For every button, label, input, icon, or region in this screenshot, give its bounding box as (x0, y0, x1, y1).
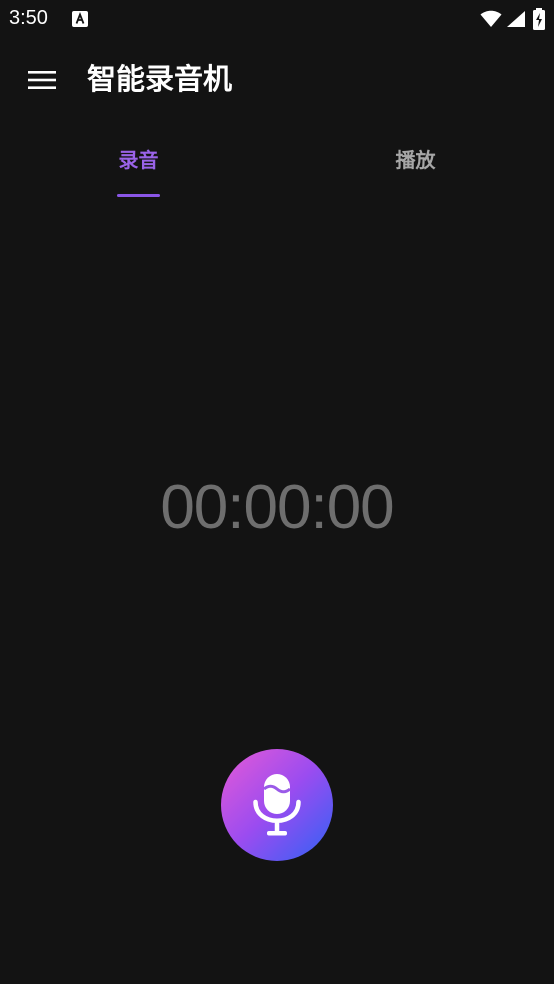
status-icons (480, 8, 546, 30)
signal-icon (507, 11, 525, 27)
hamburger-menu-icon (28, 71, 56, 89)
status-time: 3:50 (9, 7, 48, 29)
record-button[interactable] (221, 749, 333, 861)
microphone-icon (253, 774, 301, 836)
tab-bar: 录音 播放 (0, 122, 554, 200)
tab-play-label: 播放 (395, 148, 436, 172)
tab-indicator (117, 194, 160, 197)
app-title: 智能录音机 (87, 62, 233, 96)
tab-play[interactable]: 播放 (277, 122, 554, 200)
app-bar: 智能录音机 (0, 38, 554, 122)
status-bar: 3:50 (0, 0, 554, 38)
wifi-icon (480, 10, 502, 27)
notification-a-icon (72, 11, 88, 27)
battery-icon (533, 8, 545, 30)
recording-timer: 00:00:00 (160, 473, 394, 542)
tab-record-label: 录音 (118, 148, 159, 172)
menu-button[interactable] (14, 52, 70, 108)
tab-record[interactable]: 录音 (0, 122, 277, 200)
